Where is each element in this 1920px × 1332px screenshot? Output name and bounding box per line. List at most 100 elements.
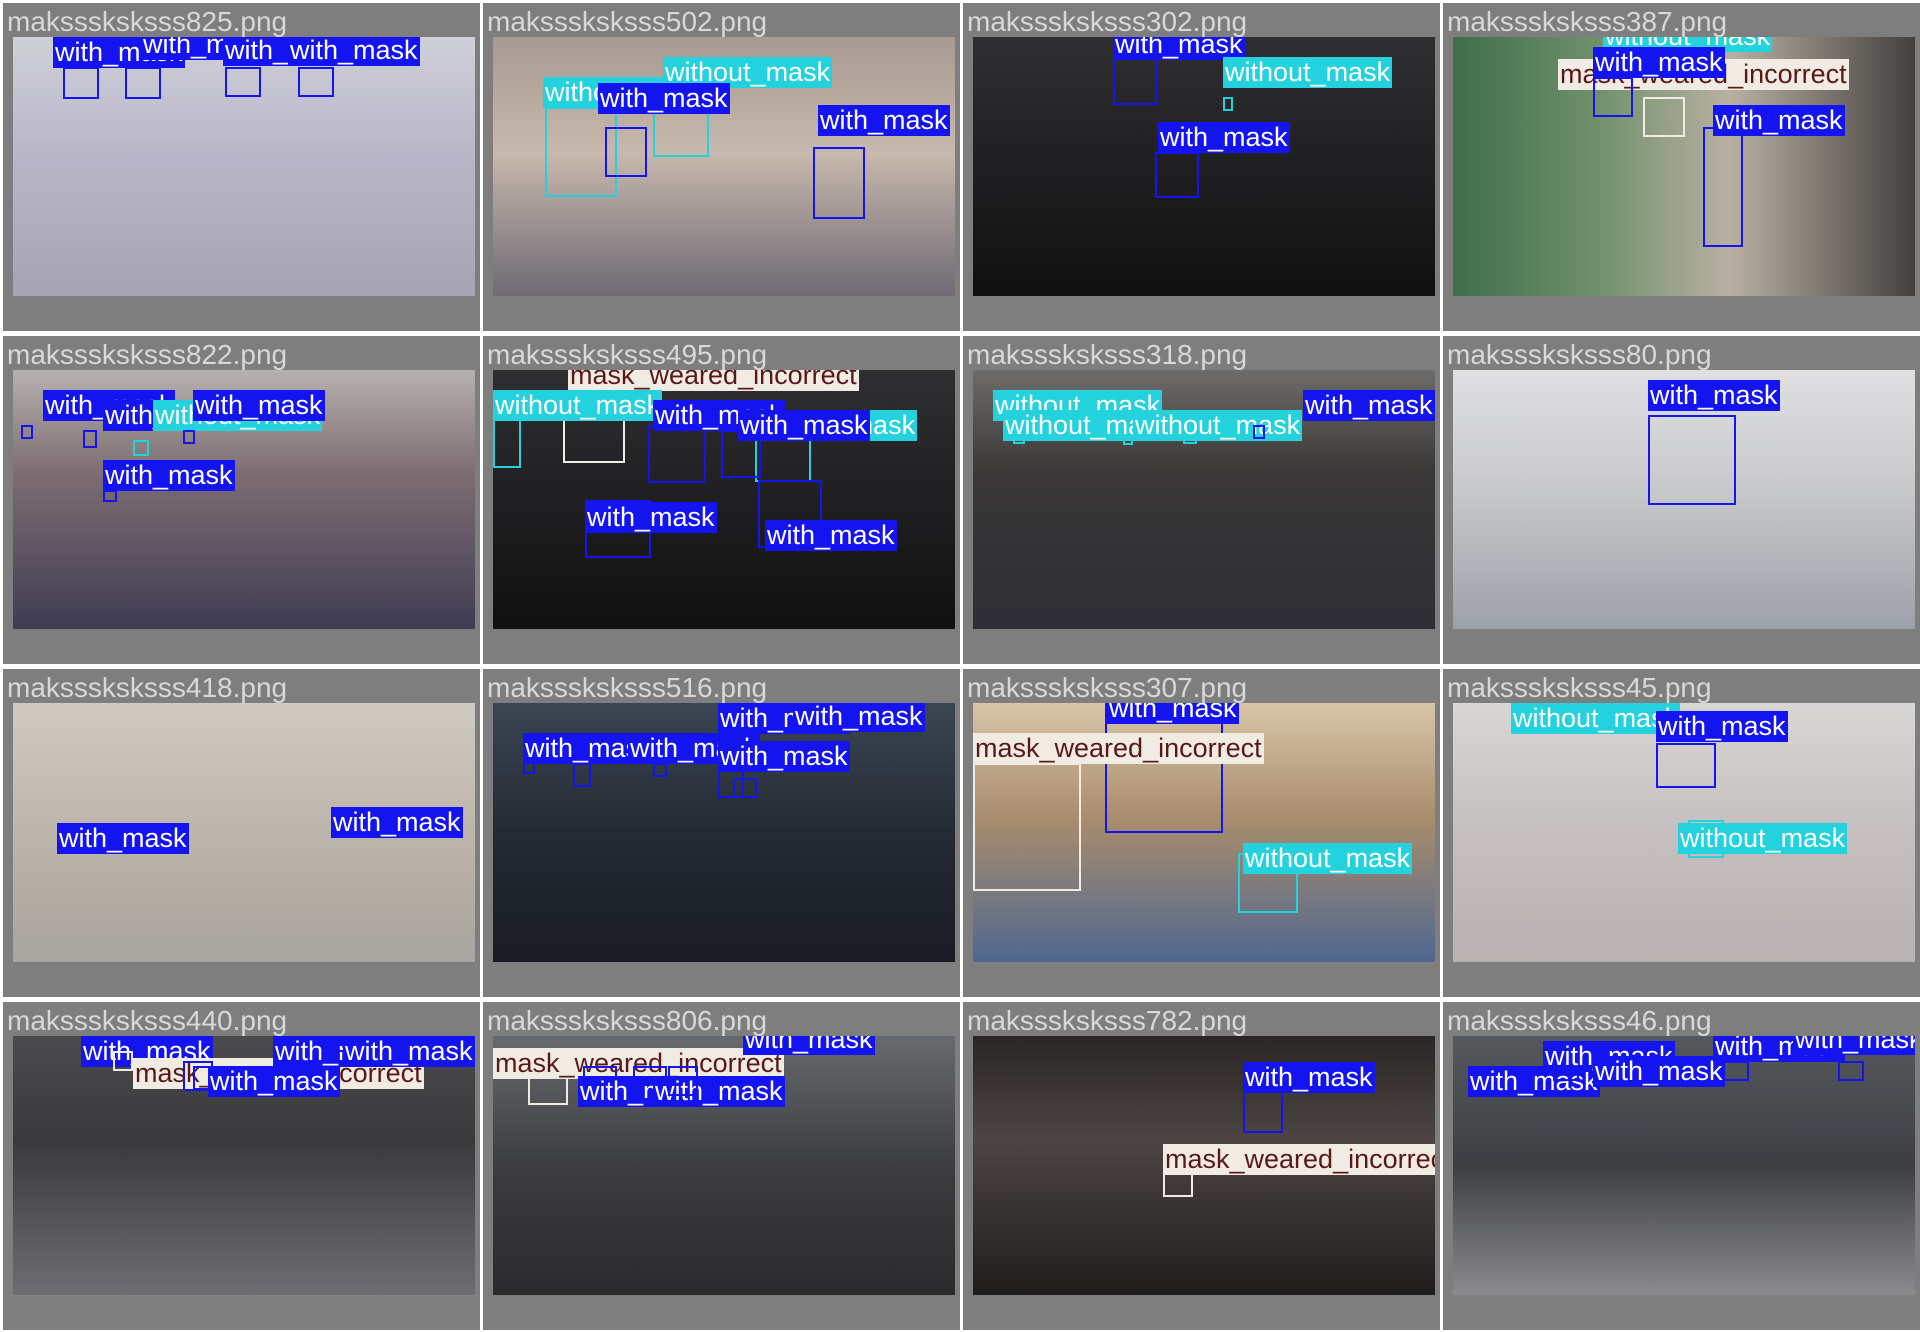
detection-box-with-mask [668,1066,698,1096]
image-filename: maksssksksss782.png [967,1005,1248,1036]
detection-box-mask-weared-incorrect [1643,97,1685,137]
photo: with_maskmask_weared_incorrectwith_maskw… [13,1036,475,1295]
image-tile: maksssksksss495.png mask_weared_incorrect… [483,336,960,664]
image-filename: maksssksksss45.png [1447,672,1712,703]
detection-label: mask_weared_incorrect [973,733,1264,764]
detection-box-with-mask [1703,127,1743,247]
detection-label: with_mask [1303,390,1435,421]
detection-label: with_mask [765,520,897,551]
detection-box-with-mask [1723,1061,1749,1081]
image-filename: maksssksksss516.png [487,672,768,703]
detection-label: with_mask [103,460,235,491]
detection-label: with_mask [1793,1036,1915,1055]
detection-label: with_mask [743,1036,875,1055]
photo: without_maskmask_weared_incorrectwith_ma… [1453,37,1915,296]
detection-box-mask-weared-incorrect [113,1051,133,1071]
detection-label: without_mask [1133,410,1303,441]
detection-label: with_mask [738,410,870,441]
detection-box-mask-weared-incorrect [973,763,1081,891]
detection-box-without-mask [133,440,149,456]
image-tile: maksssksksss80.png with_mask [1443,336,1920,664]
detection-label: with_mask [1593,1056,1725,1087]
detection-box-with-mask [1838,1061,1864,1081]
detection-box-with-mask [1593,77,1633,117]
detection-label: with_mask [1158,122,1290,153]
detection-label: with_mask [598,83,730,114]
detection-box-with-mask [1648,415,1736,505]
photo: mask_weared_incorrect with_mask with_mask w… [493,1036,955,1295]
detection-label: with_mask [343,1036,475,1067]
image-filename: maksssksksss46.png [1447,1005,1712,1036]
detection-label: with_mask [1713,105,1845,136]
image-tile: maksssksksss825.png with_mask with_mask wit… [3,3,480,331]
detection-box-with-mask [63,67,99,99]
detection-label: with_mask [208,1066,340,1097]
detection-label: mask_weared_incorrect [1163,1144,1435,1175]
image-tile: maksssksksss418.png with_mask with_mask [3,669,480,997]
detection-box-with-mask [605,127,647,177]
image-filename: maksssksksss440.png [7,1005,288,1036]
photo: without_maskwithout_maskwith_maskwith_ma… [493,37,955,296]
photo: mask_weared_incorrect without_mask with_ma… [493,370,955,629]
detection-label: with_mask [585,502,717,533]
detection-box-with-mask [733,778,757,798]
image-filename: maksssksksss502.png [487,6,768,37]
image-filename: maksssksksss302.png [967,6,1248,37]
photo: with_maskwith_maskwith_maskwith_mask [13,37,475,296]
image-tile: maksssksksss502.pngwithout_maskwithout_m… [483,3,960,331]
photo: with_maskwith_maskwithout_maskwith_maskw… [13,370,475,629]
detection-label: with_mask [288,37,420,66]
detection-label: with_mask [1593,47,1725,78]
detection-label: without_mask [1243,843,1413,874]
detection-label: with_mask [793,703,925,732]
image-filename: maksssksksss418.png [7,672,288,703]
detection-label: with_mask [193,390,325,421]
detection-label: with_mask [331,807,463,838]
photo: with_mask [1453,370,1915,629]
image-tile: maksssksksss307.png with_mask mask_weared_… [963,669,1440,997]
detection-box-with-mask [573,763,591,787]
image-tile: maksssksksss822.pngwith_maskwith_maskwit… [3,336,480,664]
image-tile: maksssksksss516.png with_mask with_mask wit… [483,669,960,997]
image-filename: maksssksksss825.png [7,6,288,37]
detection-label: with_mask [57,823,189,854]
image-tile: maksssksksss782.png with_mask mask_weared_… [963,1002,1440,1330]
detection-box-with-mask [83,430,97,448]
photo: with_mask with_mask [13,703,475,962]
detection-box-with-mask [183,430,195,444]
image-tile: maksssksksss302.png with_mask without_mask… [963,3,1440,331]
detection-label: without_mask [1223,57,1393,88]
image-tile: maksssksksss318.png without_mask without_m… [963,336,1440,664]
detection-label: without_mask [493,390,663,421]
detection-label: with_mask [1648,380,1780,411]
image-tile: maksssksksss440.pngwith_maskmask_weared_… [3,1002,480,1330]
image-filename: maksssksksss806.png [487,1005,768,1036]
photo: without_mask without_mask without_mask with… [973,370,1435,629]
photo: with_mask mask_weared_incorrect [973,1036,1435,1295]
photo: with_maskwith_maskwith_maskwith_maskwith… [493,703,955,962]
image-tile: maksssksksss45.png without_mask with_mask w… [1443,669,1920,997]
detection-box-with-mask [21,425,33,439]
image-filename: maksssksksss80.png [1447,339,1712,370]
image-filename: maksssksksss307.png [967,672,1248,703]
detection-label: with_mask [818,105,950,136]
detection-box-with-mask [1243,1091,1283,1133]
image-filename: maksssksksss387.png [1447,6,1728,37]
detection-box-with-mask [1155,152,1199,198]
detection-box-with-mask [1656,743,1716,788]
detection-box-with-mask [1253,425,1265,439]
detection-label: without_mask [1511,703,1681,734]
detection-box-with-mask [648,425,706,483]
image-filename: maksssksksss318.png [967,339,1248,370]
photo: with_maskwith_maskwith_maskwith_maskwith… [1453,1036,1915,1295]
detection-box-with-mask [813,147,865,219]
image-tile: maksssksksss387.pngwithout_maskmask_wear… [1443,3,1920,331]
photo: with_mask without_mask with_mask [973,37,1435,296]
detection-label: with_mask [718,741,850,772]
detection-box-with-mask [298,67,334,97]
detection-box-with-mask [225,67,261,97]
image-filename: maksssksksss822.png [7,339,288,370]
photo: without_mask with_mask without_mask [1453,703,1915,962]
image-tile: maksssksksss806.png mask_weared_incorrect… [483,1002,960,1330]
image-filename: maksssksksss495.png [487,339,768,370]
